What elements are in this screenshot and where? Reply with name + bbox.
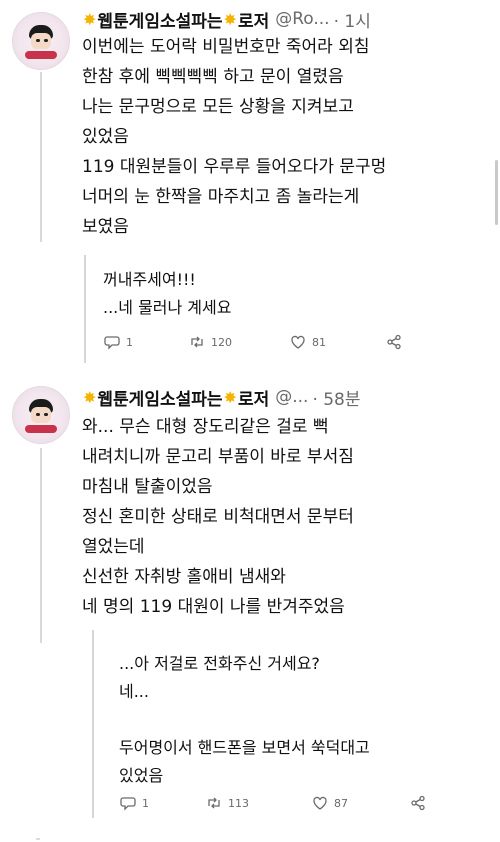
share-button[interactable] [410,795,426,811]
timestamp[interactable]: · 58분 [312,385,360,410]
share-icon [387,334,401,350]
thread-connector [40,72,42,242]
reply-count: 1 [126,335,133,349]
tweet-header: ✸ 웹툰게임소설파는 ✸ 로저 @... · 58분 [82,385,361,410]
reply-button[interactable]: 1 [120,795,149,811]
heart-icon [313,796,327,810]
share-button[interactable] [386,334,402,350]
thread-connector [40,448,42,643]
timestamp[interactable]: · 1시 [334,7,371,32]
avatar[interactable] [12,386,70,444]
retweet-icon [208,797,220,809]
retweet-button[interactable]: 120 [189,334,232,350]
comment-icon [104,336,120,350]
reply-divider [84,255,86,363]
display-name-tail[interactable]: 로저 [238,7,269,32]
retweet-count: 113 [228,796,249,810]
heart-icon [291,335,305,349]
retweet-count: 120 [211,335,232,349]
comment-icon [120,797,136,811]
handle[interactable]: @Ro... [275,9,329,29]
action-bar: 1 120 81 [104,334,404,354]
tweet-2[interactable]: ✸ 웹툰게임소설파는 ✸ 로저 @... · 58분 와... 무슨 대형 장도… [0,372,500,842]
like-button[interactable]: 87 [312,795,348,811]
display-name[interactable]: 웹툰게임소설파는 [97,385,222,410]
reply-text: 꺼내주세여!!! ...네 물러나 계세요 [103,270,232,317]
retweet-button[interactable]: 113 [206,795,249,811]
reply-count: 1 [142,796,149,810]
handle[interactable]: @... [275,387,308,407]
tweet-1[interactable]: ✸ 웹툰게임소설파는 ✸ 로저 @Ro... · 1시 이번에는 도어락 비밀번… [0,0,500,372]
divider-mark [36,838,40,840]
retweet-icon [191,336,203,348]
avatar[interactable] [12,12,70,70]
like-button[interactable]: 81 [290,334,326,350]
like-count: 87 [334,796,348,810]
scrollbar[interactable] [495,160,498,225]
like-count: 81 [312,335,326,349]
star-emoji-icon: ✸ [223,9,237,29]
star-emoji-icon: ✸ [83,387,97,407]
star-emoji-icon: ✸ [223,387,237,407]
reply-button[interactable]: 1 [104,334,133,350]
display-name[interactable]: 웹툰게임소설파는 [97,7,222,32]
tweet-text: 와... 무슨 대형 장도리같은 걸로 뻑 내려치니까 문고리 부품이 바로 부… [82,417,354,617]
reply-divider [92,630,94,818]
action-bar: 1 113 87 [120,795,430,815]
star-emoji-icon: ✸ [83,9,97,29]
display-name-tail[interactable]: 로저 [238,385,269,410]
tweet-text: 이번에는 도어락 비밀번호만 죽어라 외침 한참 후에 삑삑삑삑 하고 문이 열… [82,37,387,237]
tweet-header: ✸ 웹툰게임소설파는 ✸ 로저 @Ro... · 1시 [82,7,371,32]
share-icon [411,795,425,811]
reply-text: ...아 저걸로 전화주신 거세요? 네... 두어명이서 핸드폰을 보면서 쑥… [119,654,370,785]
